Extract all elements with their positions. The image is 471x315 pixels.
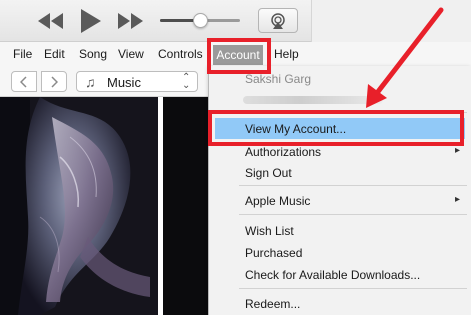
media-kind-label: Music xyxy=(107,75,141,90)
chevron-left-icon xyxy=(20,75,27,88)
album-artwork[interactable] xyxy=(0,97,158,315)
player-toolbar xyxy=(0,0,471,42)
volume-knob[interactable] xyxy=(193,13,208,28)
menu-separator xyxy=(239,288,467,289)
music-note-icon: ♫ xyxy=(85,74,96,90)
content-panel xyxy=(163,97,208,315)
menu-file[interactable]: File xyxy=(13,47,32,61)
annotation-box-view-my-account xyxy=(208,110,464,146)
up-down-chevron-icon: ⌃ ⌄ xyxy=(182,72,191,91)
submenu-arrow-icon: ▸ xyxy=(455,145,461,156)
menu-item-check-downloads[interactable]: Check for Available Downloads... xyxy=(245,268,420,282)
airplay-icon xyxy=(271,12,285,29)
forward-button[interactable] xyxy=(41,71,67,92)
menu-view[interactable]: View xyxy=(118,47,144,61)
annotation-box-account xyxy=(207,38,271,74)
rewind-icon xyxy=(38,13,63,29)
account-menu: Sakshi Garg View My Account... Authoriza… xyxy=(208,66,471,315)
menu-item-redeem[interactable]: Redeem... xyxy=(245,297,300,311)
navigation-bar: ♫ Music ⌃ ⌄ xyxy=(0,67,208,97)
account-user-name: Sakshi Garg xyxy=(245,72,312,86)
menu-item-apple-music[interactable]: Apple Music xyxy=(245,194,310,208)
fast-forward-button[interactable] xyxy=(116,8,144,34)
back-button[interactable] xyxy=(11,71,37,92)
menu-help[interactable]: Help xyxy=(274,47,299,61)
volume-slider[interactable] xyxy=(160,13,240,28)
blurred-email xyxy=(243,96,383,104)
menu-item-authorizations[interactable]: Authorizations xyxy=(245,145,321,159)
airplay-button[interactable] xyxy=(258,8,298,33)
artwork-image xyxy=(0,97,158,315)
menu-edit[interactable]: Edit xyxy=(44,47,65,61)
media-kind-select[interactable]: ♫ Music ⌃ ⌄ xyxy=(76,71,198,92)
menu-item-wish-list[interactable]: Wish List xyxy=(245,224,294,238)
menu-controls[interactable]: Controls xyxy=(158,47,203,61)
menu-item-sign-out[interactable]: Sign Out xyxy=(245,166,292,180)
menu-separator xyxy=(239,185,467,186)
fast-forward-icon xyxy=(118,13,143,29)
status-panel xyxy=(311,0,471,42)
menu-song[interactable]: Song xyxy=(79,47,107,61)
chevron-right-icon xyxy=(51,75,58,88)
menu-item-purchased[interactable]: Purchased xyxy=(245,246,302,260)
submenu-arrow-icon: ▸ xyxy=(455,194,461,205)
play-icon xyxy=(81,9,101,33)
rewind-button[interactable] xyxy=(37,8,65,34)
menu-separator xyxy=(239,214,467,215)
play-button[interactable] xyxy=(79,8,103,34)
